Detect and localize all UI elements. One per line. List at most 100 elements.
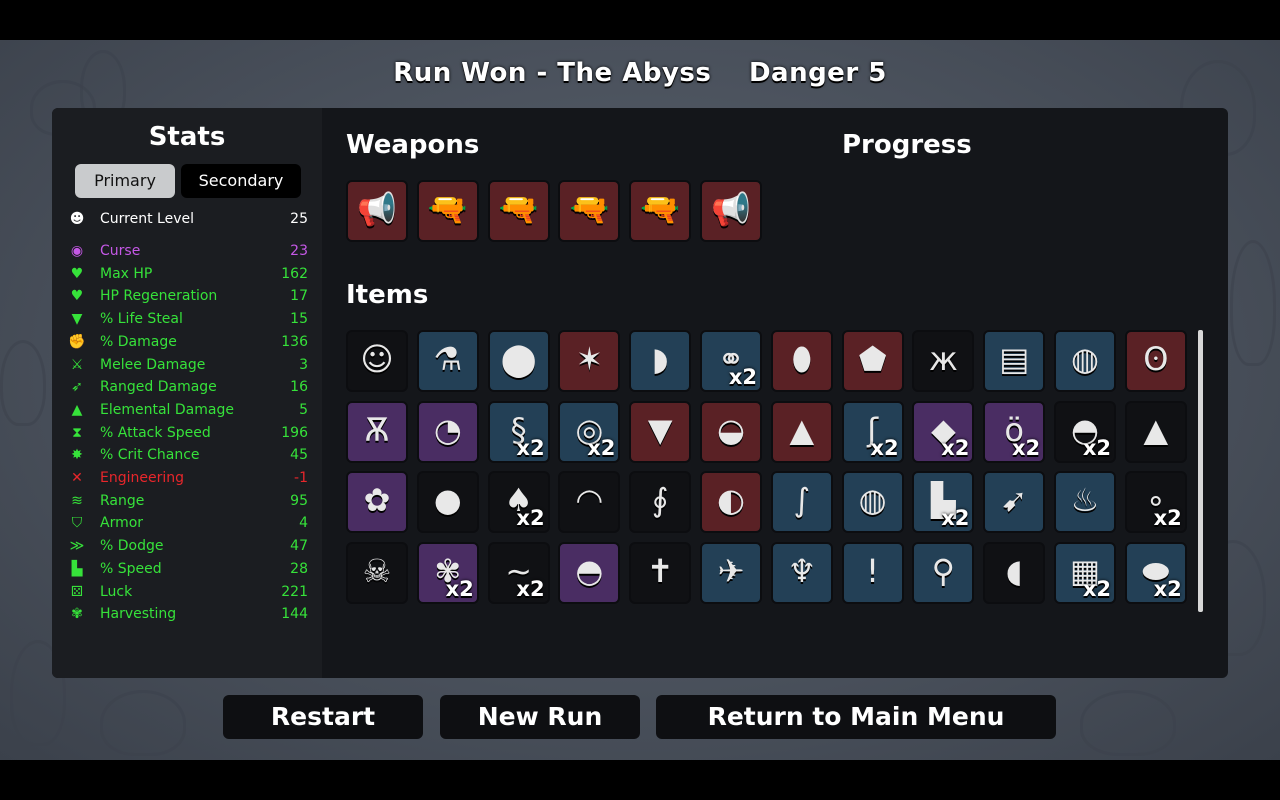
blunderbuss-icon: 🔫 xyxy=(640,190,681,228)
item-slot[interactable]: ◍ xyxy=(1054,330,1116,392)
stat-value: 196 xyxy=(281,424,308,441)
stat-row[interactable]: ✾ Harvesting 144 xyxy=(68,603,308,625)
item-slot[interactable]: ∘ x2 xyxy=(1124,471,1187,534)
stat-row[interactable]: ✊ % Damage 136 xyxy=(68,331,308,353)
progress-title: Progress xyxy=(842,130,972,160)
item-slot[interactable]: ▲ xyxy=(770,400,833,463)
item-slot[interactable]: ⬟ xyxy=(841,330,904,392)
stat-row[interactable]: ≫ % Dodge 47 xyxy=(68,535,308,557)
weapon-slot[interactable]: 📢 xyxy=(346,180,408,242)
item-slot[interactable]: ● xyxy=(416,471,479,534)
restart-button[interactable]: Restart xyxy=(223,695,423,739)
dice-icon: ⚄ xyxy=(70,583,84,600)
item-slot[interactable]: ▼ xyxy=(629,400,692,463)
stat-value: -1 xyxy=(294,470,308,486)
tab-primary[interactable]: Primary xyxy=(75,164,175,198)
tab-secondary[interactable]: Secondary xyxy=(181,164,301,198)
item-slot[interactable]: § x2 xyxy=(487,400,550,463)
item-slot[interactable]: Ѫ xyxy=(346,400,408,463)
item-slot[interactable]: ✾ x2 xyxy=(416,542,479,605)
item-quantity: x2 xyxy=(1153,577,1182,602)
weapon-slot[interactable]: 🔫 xyxy=(629,180,692,242)
item-slot[interactable]: ⬮ xyxy=(770,330,833,392)
stat-row[interactable]: ➶ Ranged Damage 16 xyxy=(68,376,308,398)
item-slot[interactable]: ✈ xyxy=(700,542,762,605)
item-slot[interactable]: ◗ xyxy=(629,330,692,392)
item-slot[interactable]: ✶ xyxy=(558,330,621,392)
stat-value: 23 xyxy=(290,243,308,259)
item-slot[interactable]: ◓ xyxy=(558,542,621,605)
weapon-slot[interactable]: 🔫 xyxy=(416,180,479,242)
stat-row[interactable]: ✕ Engineering -1 xyxy=(68,467,308,489)
stat-row[interactable]: ▲ Elemental Damage 5 xyxy=(68,399,308,421)
blunderbuss-icon: 🔫 xyxy=(569,190,610,228)
item-slot[interactable]: ✝ xyxy=(629,542,692,605)
item-slot[interactable]: ◐ xyxy=(700,471,762,534)
item-slot[interactable]: ж xyxy=(912,330,975,392)
hermit-crab-icon: ◔ xyxy=(433,410,462,449)
item-slot[interactable]: ♆ xyxy=(770,542,833,605)
stat-row[interactable]: ⧗ % Attack Speed 196 xyxy=(68,422,308,444)
item-slot[interactable]: ⚲ xyxy=(912,542,975,605)
item-slot[interactable]: ◠ xyxy=(558,471,621,534)
stat-value: 95 xyxy=(290,492,308,509)
item-slot[interactable]: ⬤ xyxy=(487,330,550,392)
item-slot[interactable]: ◍ xyxy=(841,471,904,534)
stat-value: 136 xyxy=(281,333,308,350)
stat-row[interactable]: ▼ % Life Steal 15 xyxy=(68,308,308,330)
stat-row[interactable]: ⚄ Luck 221 xyxy=(68,581,308,603)
new-run-button[interactable]: New Run xyxy=(440,695,640,739)
stat-value: 45 xyxy=(290,447,308,464)
item-slot[interactable]: ∮ xyxy=(629,471,692,534)
item-slot[interactable]: ⬬ x2 xyxy=(1124,542,1187,605)
item-slot[interactable]: ◔ xyxy=(416,400,479,463)
stat-row[interactable]: ▙ % Speed 28 xyxy=(68,558,308,580)
stats-title: Stats xyxy=(148,122,226,152)
item-slot[interactable]: ⚭ x2 xyxy=(700,330,762,392)
letterbox-bottom xyxy=(0,760,1280,800)
stat-label: % Attack Speed xyxy=(100,424,211,441)
item-slot[interactable]: ʃ x2 xyxy=(841,400,904,463)
stat-row[interactable]: ⚔ Melee Damage 3 xyxy=(68,354,308,376)
item-slot[interactable]: ◆ x2 xyxy=(912,400,975,463)
weapon-slot[interactable]: 📢 xyxy=(700,180,762,242)
seahorse-icon: ∮ xyxy=(651,481,669,520)
item-slot[interactable]: ✿ xyxy=(346,471,408,534)
item-slot[interactable]: ➹ xyxy=(983,471,1046,534)
stat-row[interactable]: ✸ % Crit Chance 45 xyxy=(68,444,308,466)
item-slot[interactable]: ♨ xyxy=(1054,471,1116,534)
item-slot[interactable]: ! xyxy=(841,542,904,605)
stat-row[interactable]: ☻ Current Level 25 xyxy=(68,208,308,230)
item-slot[interactable]: ◓ x2 xyxy=(1054,400,1116,463)
stat-row[interactable]: ♥ Max HP 162 xyxy=(68,263,308,285)
stat-row[interactable]: ♥ HP Regeneration 17 xyxy=(68,285,308,307)
stat-row[interactable]: ≋ Range 95 xyxy=(68,490,308,512)
run-summary-panel: Stats Primary Secondary ☻ Current Level 25… xyxy=(52,108,1228,678)
item-slot[interactable]: ⚗ xyxy=(416,330,479,392)
item-slot[interactable]: ö x2 xyxy=(983,400,1046,463)
item-slot[interactable]: ▲ xyxy=(1124,400,1187,463)
stat-row[interactable]: ◉ Curse 23 xyxy=(68,240,308,262)
item-slot[interactable]: ☺ xyxy=(346,330,408,392)
butterfly-icon: ж xyxy=(928,340,958,378)
item-slot[interactable]: ▤ xyxy=(983,330,1046,392)
weapon-slot[interactable]: 🔫 xyxy=(487,180,550,242)
stat-row[interactable]: ⛉ Armor 4 xyxy=(68,512,308,534)
danger-level: Danger 5 xyxy=(748,58,887,88)
dodge-wind-icon: ≫ xyxy=(69,538,85,555)
item-slot[interactable]: ▙ x2 xyxy=(912,471,975,534)
potion-icon: ⚗ xyxy=(433,340,463,378)
item-slot[interactable]: ♠ x2 xyxy=(487,471,550,534)
item-slot[interactable]: ◒ xyxy=(700,400,762,463)
item-slot[interactable]: ▦ x2 xyxy=(1054,542,1116,605)
hourglass-icon: ⧗ xyxy=(72,424,82,441)
items-scrollbar[interactable] xyxy=(1198,330,1203,612)
weapon-slot[interactable]: 🔫 xyxy=(558,180,621,242)
item-slot[interactable]: ∫ xyxy=(770,471,833,534)
item-slot[interactable]: ~ x2 xyxy=(487,542,550,605)
item-slot[interactable]: ☠ xyxy=(346,542,408,605)
item-slot[interactable]: ◖ xyxy=(983,542,1046,605)
main-menu-button[interactable]: Return to Main Menu xyxy=(656,695,1056,739)
item-slot[interactable]: ◎ x2 xyxy=(558,400,621,463)
item-slot[interactable]: ʘ xyxy=(1124,330,1187,392)
